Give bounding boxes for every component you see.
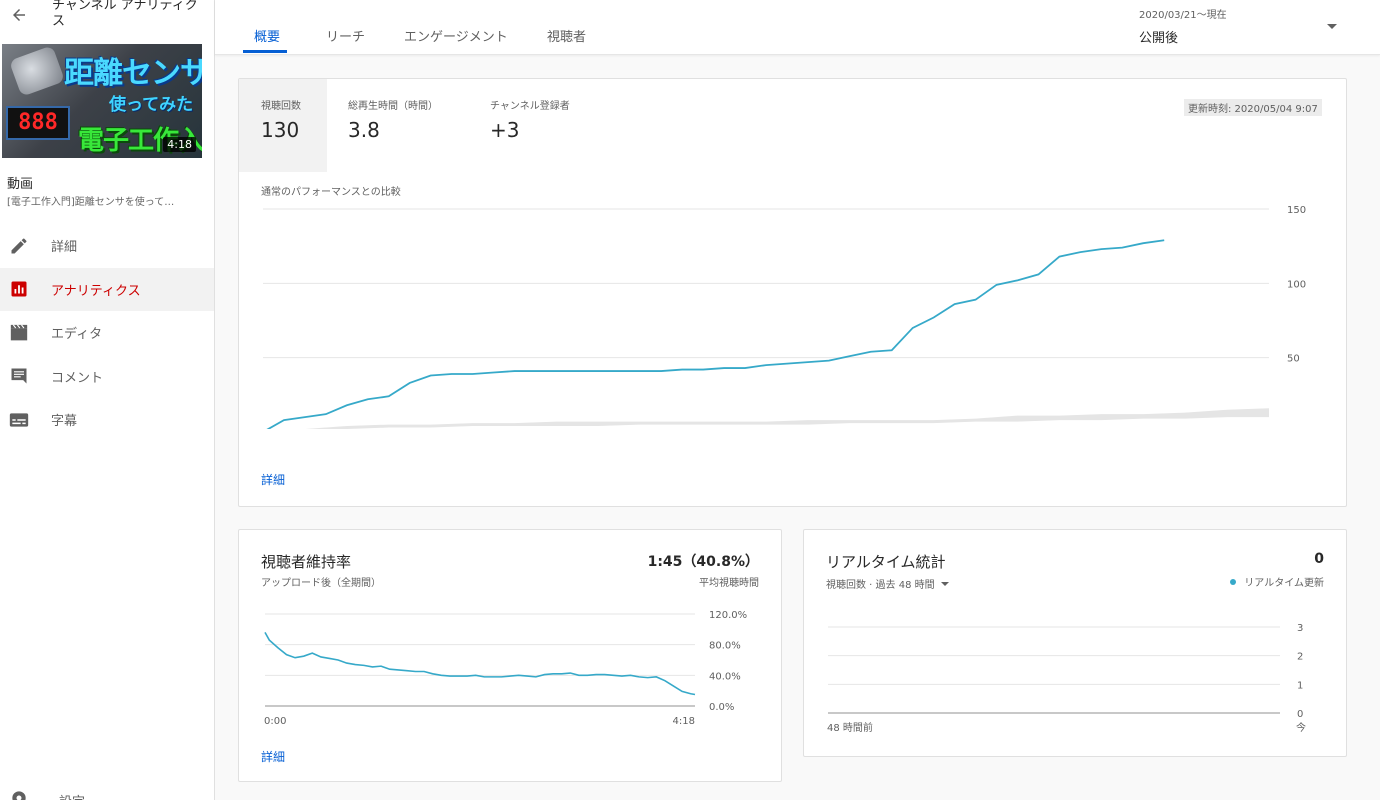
updated-time-badge: 更新時刻: 2020/05/04 9:07 [1184,99,1322,116]
realtime-subtitle: 視聴回数 · 過去 48 時間 [826,580,935,591]
retention-series-line [264,632,696,696]
date-range-dropdown[interactable]: 2020/03/21〜現在 公開後 [1139,4,1339,48]
retention-value: 1:45（40.8%） [647,554,759,570]
legend-label: リアルタイム更新 [1244,578,1324,589]
metric-views[interactable]: 視聴回数 130 [239,79,327,172]
video-duration: 4:18 [163,137,196,152]
realtime-chart: 0 1 2 3 48 時間前 今 [827,623,1306,734]
sidebar-item-analytics[interactable]: アナリティクス [0,267,214,311]
metric-value: +3 [490,118,520,142]
y-tick-label: 1 [1297,680,1303,691]
sidebar-item-settings[interactable]: 設定 [9,790,129,800]
tab-engagement[interactable]: エンゲージメント [404,26,508,45]
y-tick-label: 80.0% [709,641,741,652]
video-thumbnail[interactable]: 距離センサ 使ってみた 888 電子工作入門 4:18 [2,44,202,158]
metric-subscribers[interactable]: チャンネル登録者 +3 [468,79,598,172]
x-tick-label: 4:18 [673,716,695,727]
legend-dot-icon [1230,578,1237,585]
y-tick-label: 3 [1297,623,1303,634]
caret-down-icon [1327,24,1337,29]
film-icon [9,323,29,343]
date-range-label: 公開後 [1139,31,1179,46]
back-arrow-icon[interactable] [8,4,30,26]
retention-title: 視聴者維持率 [261,553,352,571]
y-tick-label: 0 [1297,709,1303,720]
realtime-card: リアルタイム統計 0 視聴回数 · 過去 48 時間 リアルタイム更新 0 1 2 3… [803,529,1347,757]
date-range-dates: 2020/03/21〜現在 [1139,10,1227,21]
metric-watch-time[interactable]: 総再生時間（時間） 3.8 [326,79,456,172]
sidebar-item-label: アナリティクス [51,283,141,299]
sensor-image [8,45,66,97]
metric-label: 総再生時間（時間） [348,101,438,112]
video-title: [電子工作入門]距離センサを使って… [7,197,175,208]
y-tick-label: 150 [1287,205,1306,216]
y-tick-label: 40.0% [709,671,741,682]
tab-audience[interactable]: 視聴者 [547,26,586,45]
y-tick-label: 120.0% [709,610,747,621]
sidebar-item-editor[interactable]: エディタ [0,311,214,355]
caret-down-icon [940,581,949,586]
pencil-icon [9,236,29,256]
realtime-metric-dropdown[interactable]: 視聴回数 · 過去 48 時間 [826,576,949,591]
overview-card: 視聴回数 130 総再生時間（時間） 3.8 チャンネル登録者 +3 更新時刻:… [238,78,1347,507]
sidebar-title: チャンネル アナリティクス [52,0,198,29]
thumbnail-display: 888 [6,106,70,140]
metric-value: 3.8 [348,118,380,142]
tab-reach[interactable]: リーチ [326,26,365,45]
sidebar-item-label: エディタ [51,327,103,343]
x-tick-label: 今 [1296,721,1306,734]
thumbnail-text-2: 使ってみた [109,95,194,115]
sidebar-item-label: 設定 [59,791,85,800]
retention-value-label: 平均視聴時間 [699,578,759,589]
thumbnail-text-1: 距離センサ [64,56,202,91]
y-tick-label: 100 [1287,279,1306,290]
realtime-value: 0 [1314,551,1324,567]
x-tick-label: 0:00 [264,716,286,727]
tab-overview[interactable]: 概要 [254,26,280,45]
y-tick-label: 0.0% [709,702,734,713]
metric-label: チャンネル登録者 [490,101,570,112]
sidebar-item-label: コメント [51,370,104,386]
analytics-icon [9,279,29,299]
views-series-line [266,239,1165,429]
realtime-title: リアルタイム統計 [826,553,946,571]
metric-value: 130 [261,118,300,142]
tab-indicator [243,50,287,53]
subtitles-icon [9,410,29,430]
sidebar-nav: 詳細 アナリティクス エディタ コメント 字幕 [0,224,214,442]
sidebar: チャンネル アナリティクス 距離センサ 使ってみた 888 電子工作入門 4:1… [0,0,215,800]
y-tick-label: 2 [1297,652,1303,663]
retention-line-chart: 0.0% 40.0% 80.0% 120.0% 0:00 4:18 [264,610,747,727]
sidebar-item-subtitles[interactable]: 字幕 [0,398,214,442]
video-label: 動画 [7,177,34,192]
views-line-chart: 050100150081624324048日 [263,205,1306,429]
y-tick-label: 0 [1287,428,1293,429]
realtime-legend: リアルタイム更新 [1230,574,1324,589]
comment-icon [9,366,29,386]
overview-details-link[interactable]: 詳細 [261,471,285,488]
retention-details-link[interactable]: 詳細 [261,748,285,765]
gear-icon [9,788,29,800]
retention-card: 視聴者維持率 アップロード後（全期間） 1:45（40.8%） 平均視聴時間 0… [238,529,782,782]
sidebar-item-details[interactable]: 詳細 [0,224,214,268]
typical-performance-band [305,408,1269,429]
x-tick-label: 48 時間前 [827,721,873,734]
sidebar-item-label: 詳細 [51,240,78,256]
y-tick-label: 50 [1287,354,1300,365]
retention-subtitle: アップロード後（全期間） [261,578,381,589]
top-bar: 概要 リーチ エンゲージメント 視聴者 2020/03/21〜現在 公開後 [215,0,1380,55]
sidebar-item-label: 字幕 [51,414,78,430]
metric-label: 視聴回数 [261,101,301,112]
sidebar-item-comments[interactable]: コメント [0,355,214,399]
